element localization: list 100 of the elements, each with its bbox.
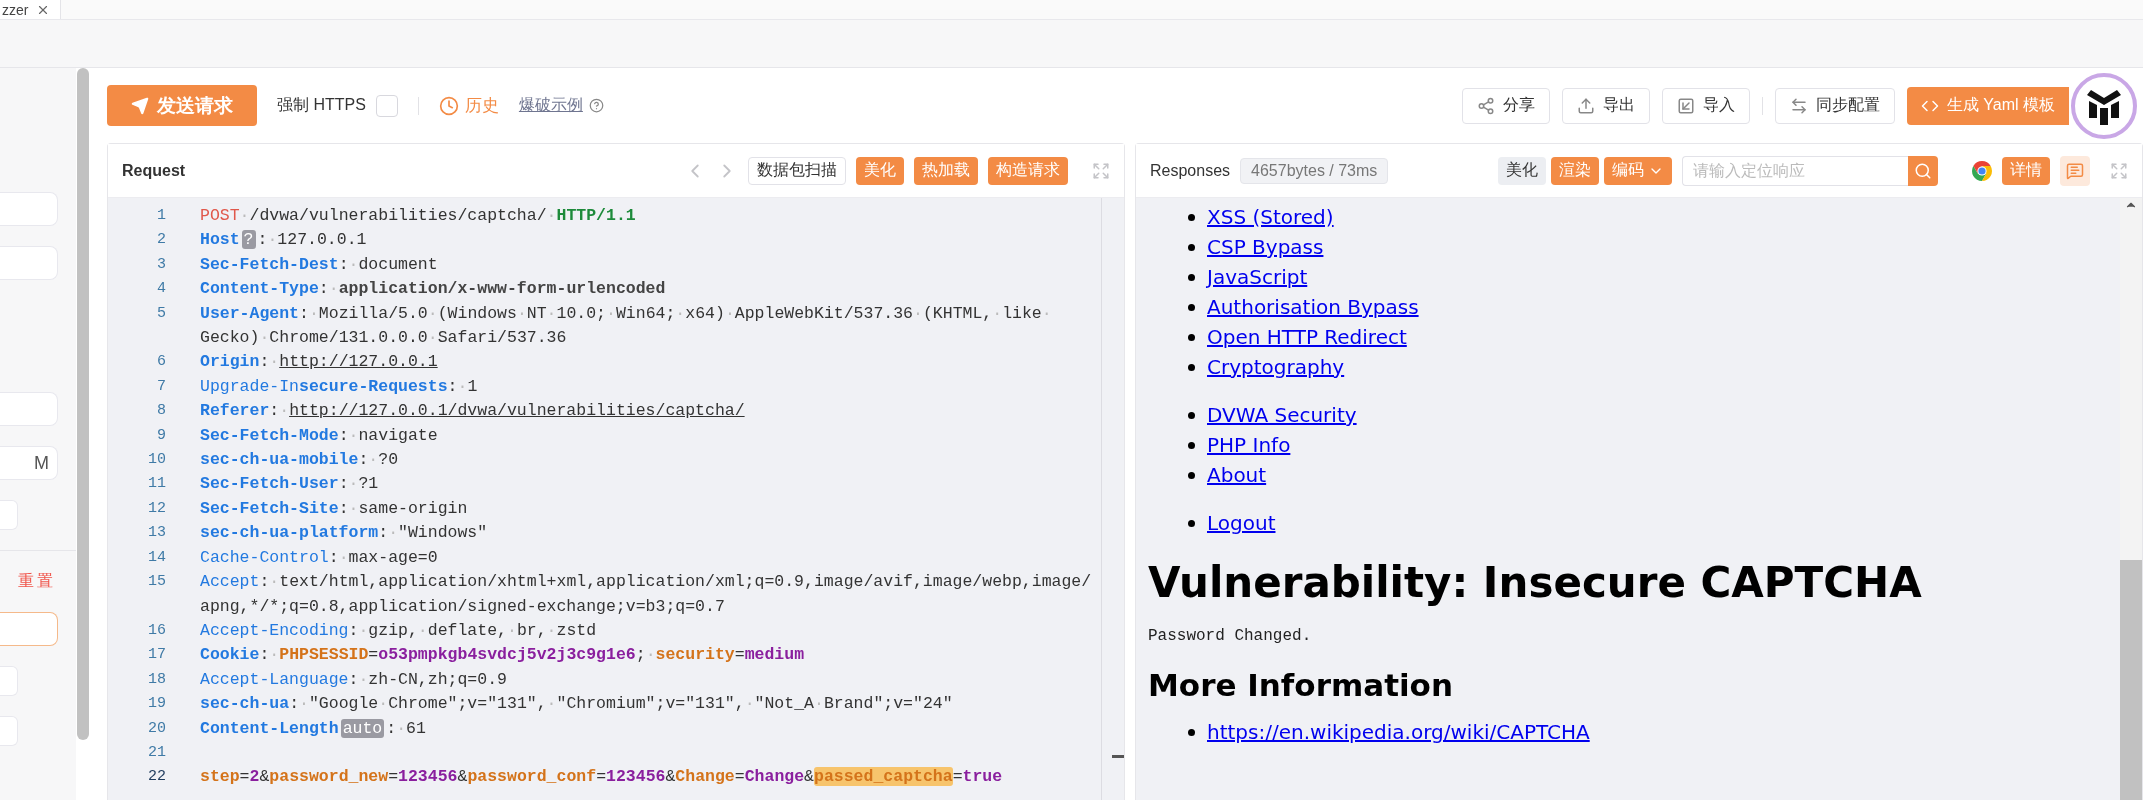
code-editor[interactable]	[108, 198, 1124, 800]
clock-icon	[438, 95, 459, 116]
line-number: 22	[147, 767, 166, 788]
code-line: Sec-Fetch-Site:·same-origin	[200, 497, 468, 520]
upload-icon	[1576, 96, 1595, 115]
menu-link[interactable]: Cryptography	[1207, 355, 1345, 379]
bullet-icon	[1188, 441, 1195, 449]
line-number: 3	[156, 254, 166, 275]
code-line: Upgrade-Insecure-Requests:·1	[200, 375, 478, 398]
line-number: 16	[147, 620, 166, 641]
code-line: step=2&password_new=123456&password_conf=123456&Change=Change&passed_captcha=true	[200, 766, 1003, 789]
code-line: Content-Type:·application/x-www-form-urlencoded	[200, 278, 666, 301]
code-line: Sec-Fetch-Mode:·navigate	[200, 424, 438, 447]
code-line: Accept:·text/html,application/xhtml+xml,application/xml;q=0.9,image/avif,image/webp,image/	[200, 571, 1092, 594]
code-line: Referer:·http://127.0.0.1/dvwa/vulnerabilities/captcha/	[200, 400, 745, 423]
line-number: 8	[156, 401, 166, 422]
search-field[interactable]: 请输入定位响应	[1682, 155, 1908, 186]
bullet-icon	[1188, 519, 1195, 527]
line-number: 5	[156, 303, 166, 324]
panel-title: Responses	[1150, 161, 1231, 180]
logo-icon[interactable]	[2069, 71, 2139, 141]
code-line: sec-ch-ua-mobile:·?0	[200, 449, 399, 472]
code-line: POST·/dvwa/vulnerabilities/captcha/·HTTP/1.1	[200, 205, 636, 227]
search-icon	[1914, 161, 1932, 180]
header-button[interactable]: 数据包扫描	[748, 156, 846, 185]
toolbar-button[interactable]: 导出	[1561, 87, 1650, 124]
code-line: Accept-Encoding:·gzip,·deflate,·br,·zstd	[200, 619, 597, 642]
menu-link[interactable]: PHP Info	[1207, 433, 1291, 457]
comment-button[interactable]	[2060, 155, 2090, 186]
code-line: Cookie:·PHPSESSID=o53pmpkgb4svdcj5v2j3c9g1e6;·security=medium	[200, 644, 805, 667]
line-number: 10	[147, 450, 166, 471]
toolbar-button[interactable]: 导入	[1661, 87, 1750, 124]
expand-icon[interactable]	[2110, 161, 2128, 180]
code-line: Origin:·http://127.0.0.1	[200, 351, 438, 374]
toolbar-button[interactable]: 分享	[1461, 87, 1550, 124]
search-button[interactable]	[1908, 155, 1938, 186]
help-icon[interactable]	[588, 98, 604, 113]
bullet-icon	[1188, 411, 1195, 419]
menu-link[interactable]: XSS (Stored)	[1207, 205, 1334, 229]
expand-icon[interactable]	[1092, 161, 1110, 180]
bullet-icon	[1188, 363, 1195, 371]
line-number: 9	[156, 425, 166, 446]
section-heading: More Information	[1148, 667, 1454, 703]
code-line: Accept-Language:·zh-CN,zh;q=0.9	[200, 668, 507, 691]
line-number: 7	[156, 376, 166, 397]
code-line: Content-Length auto :·61	[200, 717, 426, 740]
line-number: 20	[147, 718, 166, 739]
arrows-icon	[1789, 96, 1808, 115]
line-number: 6	[156, 352, 166, 373]
menu-link[interactable]: Authorisation Bypass	[1207, 295, 1419, 319]
bullet-icon	[1188, 303, 1195, 311]
https-label: 强制 HTTPS	[277, 95, 366, 115]
size-badge: 4657bytes / 73ms	[1240, 157, 1389, 184]
bullet-icon	[1188, 471, 1195, 479]
line-number: 15	[147, 572, 166, 593]
line-number: 1	[156, 206, 166, 226]
share-icon	[1476, 96, 1495, 115]
menu-link[interactable]: Open HTTP Redirect	[1207, 325, 1407, 349]
info-link[interactable]: https://en.wikipedia.org/wiki/CAPTCHA	[1207, 720, 1590, 744]
menu-link[interactable]: About	[1207, 463, 1267, 487]
status-message: Password Changed.	[1148, 627, 1313, 645]
line-number: 14	[147, 547, 166, 568]
comment-icon	[2066, 161, 2084, 180]
input-field[interactable]	[0, 612, 58, 646]
line-number: 19	[147, 694, 166, 715]
header-button[interactable]: 美化	[1498, 156, 1546, 185]
menu-link[interactable]: JavaScript	[1207, 265, 1308, 289]
menu-link[interactable]: CSP Bypass	[1207, 235, 1324, 259]
bullet-icon	[1188, 728, 1195, 736]
code-line: Sec-Fetch-Dest:·document	[200, 253, 438, 276]
panel-title: Request	[122, 161, 186, 180]
tab[interactable]: zzer	[0, 0, 62, 19]
send-icon	[131, 96, 149, 115]
line-number: 12	[147, 498, 166, 519]
page-title: Vulnerability: Insecure CAPTCHA	[1148, 558, 1923, 607]
scrollbar-thumb[interactable]	[77, 68, 89, 740]
https-checkbox[interactable]	[375, 94, 398, 117]
line-number: 17	[147, 645, 166, 666]
input-field[interactable]: M	[0, 446, 58, 480]
code-line: Sec-Fetch-User:·?1	[200, 473, 379, 496]
code-line: sec-ch-ua-platform:·"Windows"	[200, 522, 488, 545]
examples-link[interactable]: 爆破示例	[518, 95, 583, 116]
line-number: 11	[147, 474, 166, 495]
menu-link[interactable]: DVWA Security	[1207, 403, 1357, 427]
code-line: sec-ch-ua:·"Google·Chrome";v="131",·"Chromium";v="131",·"Not_A·Brand";v="24"	[200, 693, 953, 716]
code-line: Gecko)·Chrome/131.0.0.0·Safari/537.36	[200, 327, 567, 350]
bullet-icon	[1188, 243, 1195, 251]
toolbar-button[interactable]: 同步配置	[1774, 87, 1895, 124]
bullet-icon	[1188, 213, 1195, 221]
code-line: Host ? :·127.0.0.1	[200, 229, 367, 252]
bullet-icon	[1188, 273, 1195, 281]
code-line: apng,*/*;q=0.8,application/signed-exchange;v=b3;q=0.7	[200, 595, 725, 618]
code-line: Cache-Control:·max-age=0	[200, 546, 438, 569]
menu-link[interactable]: Logout	[1207, 511, 1276, 535]
code-line: User-Agent:·Mozilla/5.0·(Windows·NT·10.0;·Win64;·x64)·AppleWebKit/537.36·(KHTML,·like·	[200, 302, 1052, 325]
browser-icon[interactable]	[1972, 160, 1992, 181]
line-number: 21	[147, 742, 166, 763]
bullet-icon	[1188, 333, 1195, 341]
line-number: 2	[156, 230, 166, 251]
line-number: 4	[156, 279, 166, 300]
